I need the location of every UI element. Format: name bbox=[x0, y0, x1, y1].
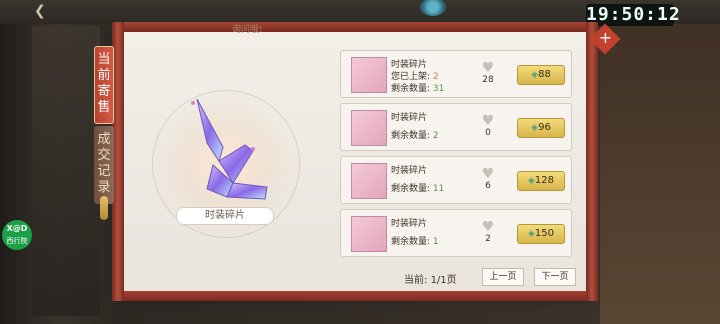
price-button[interactable]: ◈128 bbox=[517, 171, 565, 191]
item-thumbnail bbox=[351, 57, 387, 93]
listing-row[interactable]: 时装碎片 剩余数量: 2 ♥ 0 ◈96 bbox=[340, 103, 572, 151]
listing-name: 时装碎片 bbox=[391, 219, 428, 229]
tab-label: 成交记录 bbox=[97, 132, 111, 195]
price-button[interactable]: ◈96 bbox=[517, 118, 565, 138]
prev-page-button[interactable]: 上一页 bbox=[482, 268, 524, 286]
jade-currency-icon: ◈ bbox=[527, 229, 535, 239]
badge-line1: X@D bbox=[6, 224, 28, 233]
next-page-button[interactable]: 下一页 bbox=[534, 268, 576, 286]
heart-icon: ♥ bbox=[481, 113, 495, 129]
panel-bottom-rod bbox=[112, 291, 598, 301]
listing-name: 时装碎片 bbox=[391, 113, 428, 123]
listing-line1: 剩余数量: 11 bbox=[391, 184, 445, 194]
tab-current-consignment[interactable]: 当前寄售 bbox=[94, 46, 114, 124]
panel-top-rod bbox=[112, 22, 598, 32]
price-value: 128 bbox=[534, 175, 554, 186]
preview-item-name: 时装碎片 bbox=[176, 207, 274, 225]
like-count: 6 bbox=[485, 181, 491, 191]
like-button[interactable]: ♥ 2 bbox=[479, 220, 497, 244]
floating-badge[interactable]: X@D 西行院 bbox=[2, 220, 32, 250]
like-button[interactable]: ♥ 28 bbox=[479, 61, 497, 85]
tab-label: 当前寄售 bbox=[97, 52, 111, 115]
background-left-list bbox=[32, 26, 100, 316]
like-count: 0 bbox=[485, 128, 491, 138]
price-button[interactable]: ◈150 bbox=[517, 224, 565, 244]
listing-row[interactable]: 时装碎片 剩余数量: 1 ♥ 2 ◈150 bbox=[340, 209, 572, 257]
price-button[interactable]: ◈88 bbox=[517, 65, 565, 85]
clock: 19:50:12 bbox=[586, 4, 681, 26]
like-count: 2 bbox=[485, 234, 491, 244]
page-indicator: 当前: 1/1页 bbox=[404, 275, 457, 286]
like-button[interactable]: ♥ 6 bbox=[479, 167, 497, 191]
top-hint-text: 询问哦! bbox=[232, 25, 263, 35]
background-right-decor bbox=[600, 24, 720, 324]
like-button[interactable]: ♥ 0 bbox=[479, 114, 497, 138]
listing-line1: 剩余数量: 1 bbox=[391, 237, 439, 247]
back-icon[interactable]: ❮ bbox=[34, 3, 46, 19]
like-count: 28 bbox=[482, 75, 494, 85]
listing-name: 时装碎片 bbox=[391, 166, 428, 176]
listing-line2: 剩余数量: 31 bbox=[391, 84, 445, 94]
heart-icon: ♥ bbox=[481, 166, 495, 182]
price-value: 96 bbox=[538, 122, 551, 133]
tab-transaction-records[interactable]: 成交记录 bbox=[94, 126, 114, 204]
listing-row[interactable]: 时装碎片 您已上架: 2 剩余数量: 31 ♥ 28 ◈88 bbox=[340, 50, 572, 98]
heart-icon: ♥ bbox=[481, 219, 495, 235]
item-thumbnail bbox=[351, 110, 387, 146]
close-icon: + bbox=[599, 28, 613, 48]
jade-currency-icon: ◈ bbox=[527, 176, 535, 186]
heart-icon: ♥ bbox=[481, 60, 495, 76]
listing-row[interactable]: 时装碎片 剩余数量: 11 ♥ 6 ◈128 bbox=[340, 156, 572, 204]
price-value: 88 bbox=[538, 69, 551, 80]
listing-list: 时装碎片 您已上架: 2 剩余数量: 31 ♥ 28 ◈88 时装碎片 剩余数量… bbox=[340, 50, 572, 262]
price-value: 150 bbox=[534, 228, 554, 239]
tab-ornament bbox=[100, 196, 108, 220]
badge-line2: 西行院 bbox=[6, 237, 28, 245]
item-thumbnail bbox=[351, 163, 387, 199]
listing-line1: 剩余数量: 2 bbox=[391, 131, 439, 141]
panel-right-rod bbox=[586, 22, 598, 301]
item-thumbnail bbox=[351, 216, 387, 252]
